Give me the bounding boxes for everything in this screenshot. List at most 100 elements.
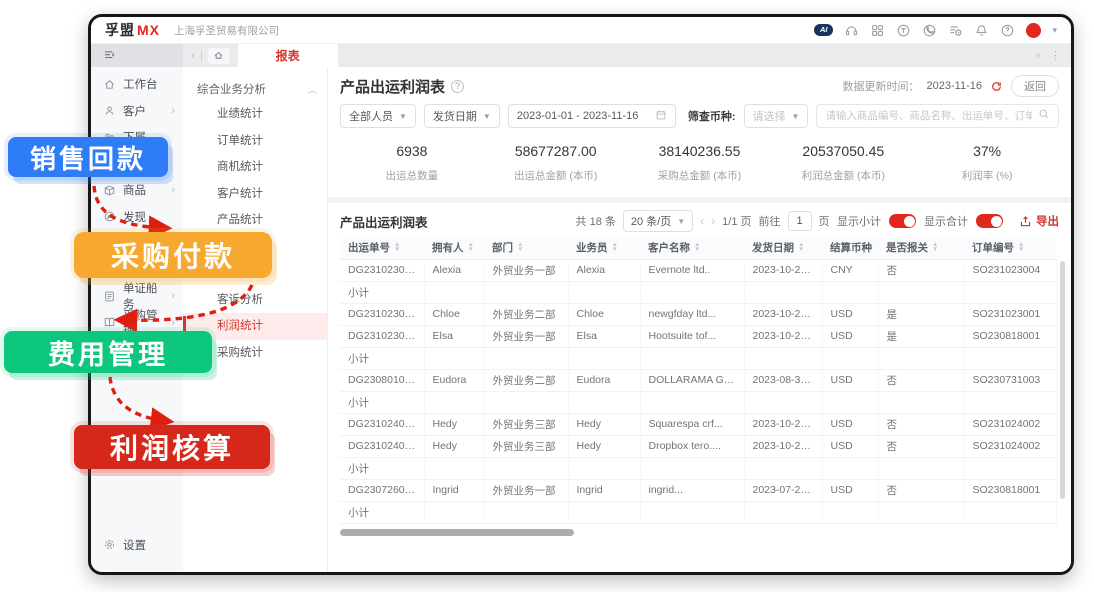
sidebar-collapse-button[interactable] (91, 44, 183, 67)
column-label: 出运单号 (348, 240, 390, 255)
sort-icon[interactable]: ▲▼ (517, 243, 523, 252)
date-range-value: 2023-01-01 - 2023-11-16 (517, 110, 639, 122)
settings-gear-icon (103, 538, 116, 551)
column-header-订单编号[interactable]: 订单编号▲▼ (964, 237, 1056, 259)
docs-shipping-icon (103, 290, 116, 303)
sidebar-item-单证船务[interactable]: 单证船务› (91, 283, 183, 310)
tab-forward-icon[interactable]: › (1036, 50, 1040, 62)
page-info: 1/1 页 (722, 213, 751, 229)
currency-select[interactable]: 请选择▼ (744, 104, 809, 128)
column-header-业务员[interactable]: 业务员▲▼ (568, 237, 640, 259)
submenu-item-商机统计[interactable]: 商机统计 (183, 154, 327, 181)
search-icon[interactable] (1038, 107, 1050, 125)
table-cell: Chloe (568, 303, 640, 325)
sidebar-item-工作台[interactable]: 工作台 (91, 71, 183, 98)
show-total-toggle[interactable] (976, 214, 1003, 228)
table-cell: 外贸业务三部 (484, 435, 568, 457)
help-icon[interactable] (1000, 23, 1015, 38)
subtotal-row: 小计 (340, 391, 1056, 413)
translate-icon[interactable] (896, 23, 911, 38)
vertical-scrollbar[interactable] (1060, 261, 1065, 499)
sort-icon[interactable]: ▲▼ (694, 243, 700, 252)
table-cell (964, 347, 1056, 369)
submenu-item-客诉分析[interactable]: 客诉分析 (183, 287, 327, 314)
submenu-group-header[interactable]: 综合业务分析 ︿ (183, 77, 327, 101)
home-tab-button[interactable] (208, 48, 230, 64)
apps-grid-icon[interactable] (870, 23, 885, 38)
goods-icon (103, 184, 116, 197)
table-cell (964, 391, 1056, 413)
sort-icon[interactable]: ▲▼ (798, 243, 804, 252)
table-cell (484, 457, 568, 479)
table-cell (424, 457, 484, 479)
sort-icon[interactable]: ▲▼ (394, 243, 400, 252)
sort-icon[interactable]: ▲▼ (932, 243, 938, 252)
show-total-label: 显示合计 (924, 213, 968, 229)
help-circle-icon[interactable]: ? (451, 80, 464, 93)
export-button[interactable]: 导出 (1019, 213, 1059, 229)
submenu-group-label: 综合业务分析 (197, 81, 266, 97)
refresh-icon[interactable] (989, 79, 1004, 94)
table-cell: 2023-07-26T05:39:... (744, 479, 822, 501)
page-size-select[interactable]: 20 条/页▼ (623, 210, 693, 232)
owner-filter-select[interactable]: 全部人员▼ (340, 104, 416, 128)
search-input[interactable] (825, 110, 1032, 122)
table-cell: Ingrid (568, 479, 640, 501)
column-header-客户名称[interactable]: 客户名称▲▼ (640, 237, 744, 259)
table-cell: 是 (878, 303, 964, 325)
column-header-出运单号[interactable]: 出运单号 ▲▼ (340, 237, 424, 259)
date-type-value: 发货日期 (433, 108, 477, 124)
column-label: 部门 (492, 240, 513, 255)
headset-icon[interactable] (844, 23, 859, 38)
back-button[interactable]: 返回 (1011, 75, 1059, 97)
sort-icon[interactable]: ▲▼ (468, 243, 474, 252)
submenu-item-产品统计[interactable]: 产品统计 (183, 207, 327, 234)
submenu-item-订单统计[interactable]: 订单统计 (183, 128, 327, 155)
table-row: DG231024003Hedy外贸业务三部HedySquarespa crf..… (340, 413, 1056, 435)
chevron-down-icon[interactable]: ▾ (1052, 25, 1057, 36)
table-cell: Alexia (568, 259, 640, 281)
table-cell: 2023-10-23T02:51:... (744, 325, 822, 347)
notification-bell-icon[interactable] (974, 23, 989, 38)
table-cell (878, 281, 964, 303)
table-cell: SO230818001 (964, 325, 1056, 347)
ai-assistant-icon[interactable]: AI (814, 24, 834, 36)
sidebar-item-发现[interactable]: 发现 (91, 204, 183, 231)
table-cell (640, 501, 744, 523)
column-header-发货日期[interactable]: 发货日期▲▼ (744, 237, 822, 259)
column-header-拥有人[interactable]: 拥有人▲▼ (424, 237, 484, 259)
phone-icon[interactable] (922, 23, 937, 38)
table-cell (822, 457, 878, 479)
horizontal-scrollbar[interactable] (340, 529, 574, 536)
workbench-icon (103, 78, 116, 91)
avatar[interactable] (1026, 23, 1041, 38)
goto-page-input[interactable] (788, 211, 812, 231)
show-subtotal-toggle[interactable] (889, 214, 916, 228)
column-header-部门[interactable]: 部门 ▲▼ (484, 237, 568, 259)
sort-icon[interactable]: ▲▼ (612, 243, 618, 252)
table-cell: USD (822, 479, 878, 501)
submenu-item-业绩统计[interactable]: 业绩统计 (183, 101, 327, 128)
sidebar-item-商品[interactable]: 商品› (91, 177, 183, 204)
sort-icon[interactable]: ▲▼ (1018, 243, 1024, 252)
sidebar-item-客户[interactable]: 客户› (91, 98, 183, 125)
table-cell (424, 391, 484, 413)
summary-stat: 38140236.55采购总金额 (本币) (628, 143, 772, 183)
column-header-是否报关[interactable]: 是否报关▲▼ (878, 237, 964, 259)
table-cell: 否 (878, 259, 964, 281)
next-page-icon[interactable]: › (711, 214, 715, 228)
table-cell: SO231024002 (964, 435, 1056, 457)
tab-back-icon[interactable]: ‹ (191, 50, 195, 62)
sidebar-item-settings[interactable]: 设置 (91, 532, 183, 559)
column-header-结算币种[interactable]: 结算币种▲▼ (822, 237, 878, 259)
tab-reports[interactable]: 报表 (238, 44, 338, 67)
sort-icon[interactable]: ▲▼ (876, 243, 878, 252)
date-range-input[interactable]: 2023-01-01 - 2023-11-16 (508, 104, 676, 128)
table-cell: DG231023001 (340, 303, 424, 325)
tab-more-icon[interactable]: ⋮ (1050, 49, 1061, 62)
date-type-select[interactable]: 发货日期▼ (424, 104, 500, 128)
task-list-icon[interactable] (948, 23, 963, 38)
submenu-item-客户统计[interactable]: 客户统计 (183, 181, 327, 208)
table-cell (822, 281, 878, 303)
prev-page-icon[interactable]: ‹ (700, 214, 704, 228)
